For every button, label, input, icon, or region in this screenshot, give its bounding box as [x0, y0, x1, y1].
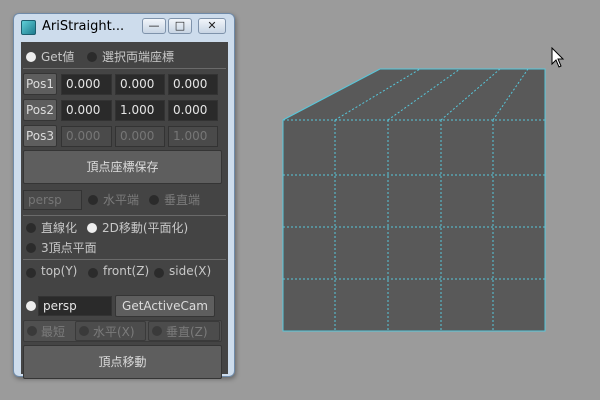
pos3-button[interactable]: Pos3	[23, 125, 57, 147]
radio-vertical-z[interactable]	[152, 326, 162, 336]
radio-persp-view[interactable]	[26, 301, 36, 311]
vertical-z-label: 垂直(Z)	[166, 325, 208, 339]
maximize-button[interactable]: □	[168, 18, 192, 34]
pos2-x-field[interactable]: 0.000	[61, 100, 112, 121]
mesh-face	[283, 69, 545, 331]
side-view-label: side(X)	[169, 264, 212, 278]
pos2-button[interactable]: Pos2	[23, 99, 57, 121]
radio-front-view[interactable]	[88, 268, 98, 278]
front-view-label: front(Z)	[103, 264, 150, 278]
divider	[23, 215, 226, 216]
radio-side-view[interactable]	[154, 268, 164, 278]
radio-horizontal-x[interactable]	[79, 326, 89, 336]
pos1-x-field[interactable]: 0.000	[61, 74, 112, 95]
radio-vertical-edge[interactable]	[149, 195, 159, 205]
pos1-y-field[interactable]: 0.000	[115, 74, 165, 95]
move-vertex-button[interactable]: 頂点移動	[23, 345, 222, 379]
minimize-button[interactable]: —	[142, 18, 166, 34]
camera-field[interactable]: persp	[23, 190, 82, 210]
pos2-y-field[interactable]: 1.000	[115, 100, 165, 121]
horizontal-x-label: 水平(X)	[93, 325, 135, 339]
window-title: AriStraight...	[42, 19, 125, 34]
vertical-edge-label: 垂直端	[164, 193, 201, 207]
pos3-y-field[interactable]: 0.000	[115, 126, 165, 147]
get-active-cam-button[interactable]: GetActiveCam	[115, 295, 215, 317]
select-endpoints-label: 選択両端座標	[102, 50, 175, 64]
save-vertex-coords-button[interactable]: 頂点座標保存	[23, 150, 222, 184]
pos1-button[interactable]: Pos1	[23, 73, 57, 95]
straighten-label: 直線化	[41, 221, 78, 235]
pos2-z-field[interactable]: 0.000	[168, 100, 218, 121]
title-bar[interactable]: AriStraight... — □ ✕	[14, 14, 234, 40]
radio-three-point-plane[interactable]	[26, 243, 36, 253]
pos1-z-field[interactable]: 0.000	[168, 74, 218, 95]
close-button[interactable]: ✕	[198, 18, 226, 34]
radio-top-view[interactable]	[26, 268, 36, 278]
top-view-label: top(Y)	[41, 264, 78, 278]
radio-horizontal-edge[interactable]	[88, 195, 98, 205]
radio-move-2d[interactable]	[87, 223, 97, 233]
radio-straighten[interactable]	[26, 223, 36, 233]
get-value-label: Get値	[41, 50, 75, 64]
persp-camera-field[interactable]: persp	[38, 296, 112, 316]
app-icon	[21, 20, 36, 35]
mouse-pointer-icon	[551, 47, 565, 68]
divider	[23, 68, 226, 69]
radio-shortest[interactable]	[27, 326, 37, 336]
divider	[23, 259, 226, 260]
pos3-z-field[interactable]: 1.000	[168, 126, 218, 147]
three-point-plane-label: 3頂点平面	[41, 241, 97, 255]
pos3-x-field[interactable]: 0.000	[61, 126, 112, 147]
shortest-label: 最短	[41, 325, 66, 339]
radio-select-endpoints[interactable]	[87, 52, 97, 62]
horizontal-edge-label: 水平端	[103, 193, 140, 207]
radio-get-value[interactable]	[26, 52, 36, 62]
tool-panel: Get値 選択両端座標 Pos1 0.000 0.000 0.000 Pos2 …	[21, 42, 228, 379]
aristraight-window: AriStraight... — □ ✕ Get値 選択両端座標 Pos1 0.…	[13, 13, 235, 379]
move-2d-label: 2D移動(平面化)	[102, 221, 189, 235]
